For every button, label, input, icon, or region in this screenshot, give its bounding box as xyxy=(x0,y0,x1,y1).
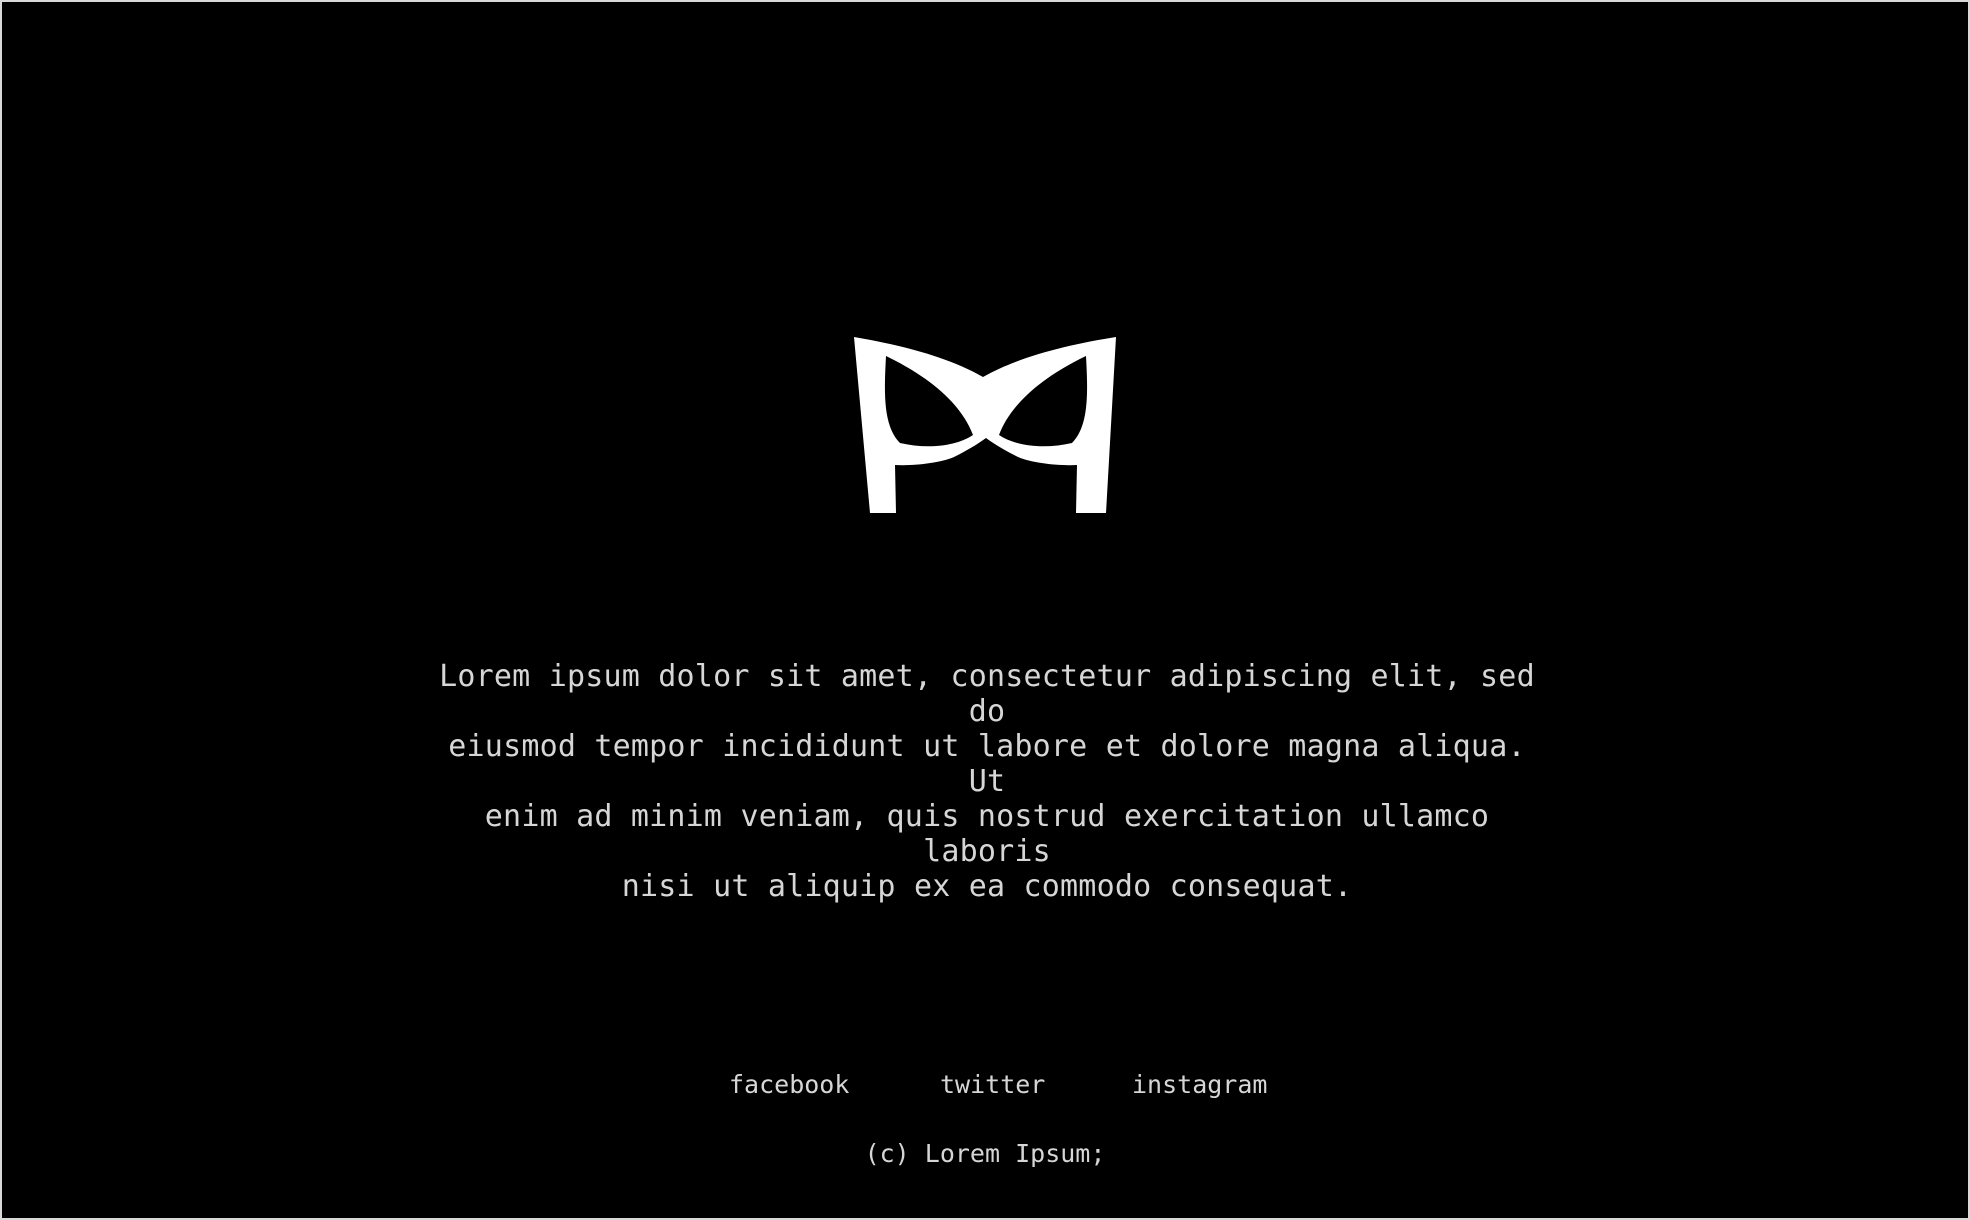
intro-paragraph: Lorem ipsum dolor sit amet, consectetur … xyxy=(439,659,1535,904)
social-links: facebook twitter instagram xyxy=(2,1067,1968,1107)
page-frame: Lorem ipsum dolor sit amet, consectetur … xyxy=(0,0,1970,1220)
facebook-link[interactable]: facebook xyxy=(729,1067,849,1103)
mask-logo-icon xyxy=(852,335,1120,515)
copyright-text: (c) Lorem Ipsum; xyxy=(864,1139,1106,1168)
twitter-link[interactable]: twitter xyxy=(940,1067,1045,1103)
instagram-link[interactable]: instagram xyxy=(1132,1067,1267,1103)
